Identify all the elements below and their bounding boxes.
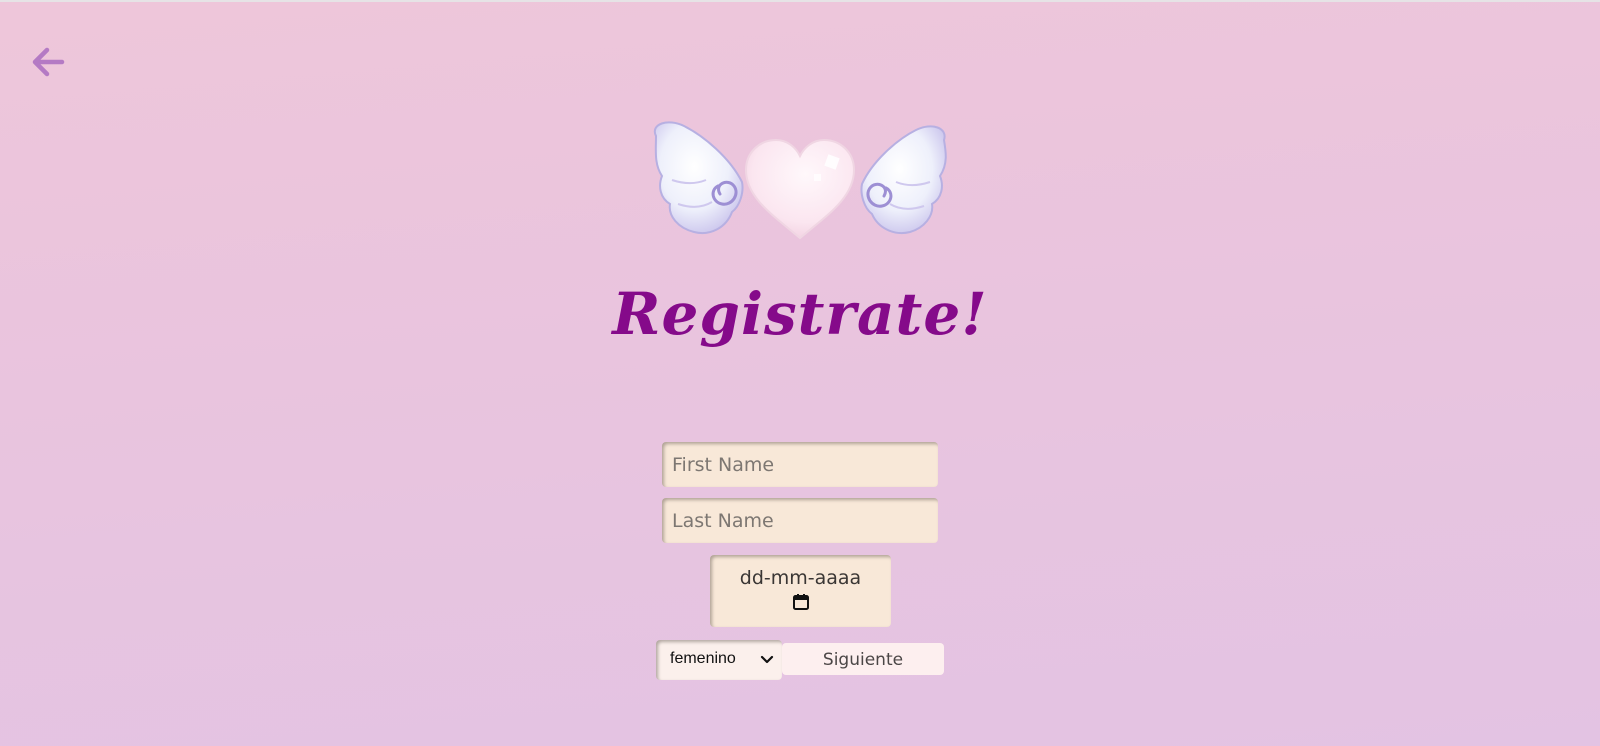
top-border xyxy=(0,0,1600,2)
gender-select[interactable]: femenino xyxy=(656,640,782,680)
calendar-icon[interactable] xyxy=(792,593,810,611)
winged-heart-icon xyxy=(653,121,947,240)
birthdate-placeholder: dd-mm-aaaa xyxy=(739,567,862,589)
birthdate-input[interactable]: dd-mm-aaaa xyxy=(710,555,891,627)
arrow-left-icon xyxy=(32,47,65,77)
chevron-down-icon xyxy=(760,655,774,664)
back-button[interactable] xyxy=(28,44,68,80)
last-name-input[interactable] xyxy=(662,498,938,543)
gender-select-value: femenino xyxy=(670,650,736,667)
winged-heart-logo xyxy=(648,120,952,244)
next-button[interactable]: Siguiente xyxy=(782,643,944,675)
first-name-input[interactable] xyxy=(662,442,938,487)
page-title: Registrate! xyxy=(612,280,988,348)
